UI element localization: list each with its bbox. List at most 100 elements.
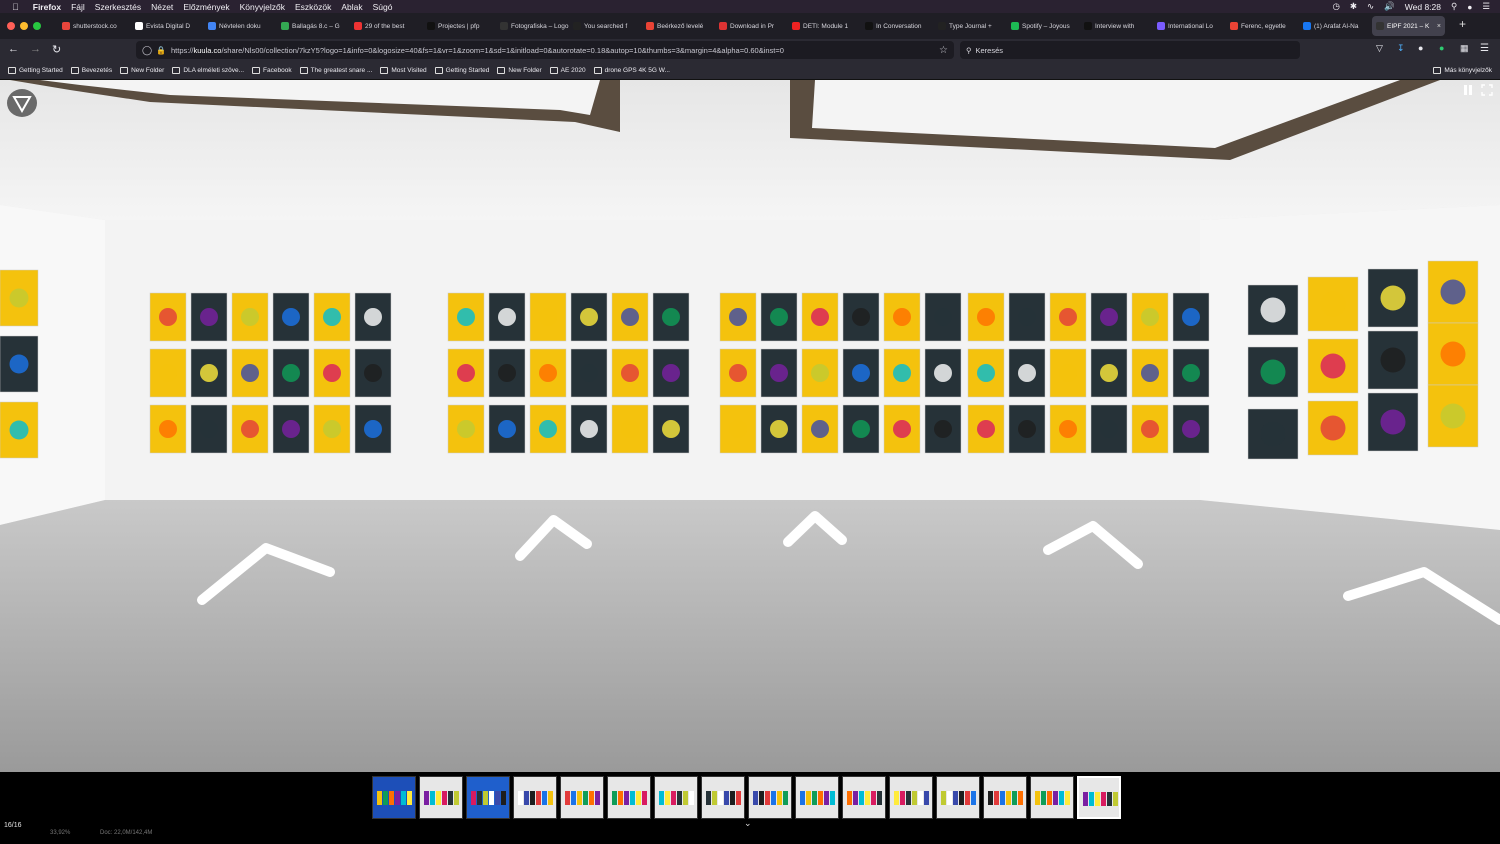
browser-tab[interactable]: (1) Arafat Al-Na <box>1299 16 1372 36</box>
bookmark-item[interactable]: Most Visited <box>380 66 427 74</box>
bookmark-label: Most Visited <box>391 66 427 74</box>
bookmark-item[interactable]: DLA elméleti szöve... <box>172 66 244 74</box>
browser-tab[interactable]: International Lo <box>1153 16 1226 36</box>
menu-bookmarks[interactable]: Könyvjelzők <box>240 2 285 12</box>
url-text[interactable]: https://kuula.co/share/Nls00/collection/… <box>171 46 931 55</box>
scene-thumbnail[interactable] <box>560 776 604 819</box>
menu-file[interactable]: Fájl <box>71 2 85 12</box>
scene-thumbnail[interactable] <box>419 776 463 819</box>
other-bookmarks[interactable]: Más könyvjelzők <box>1433 66 1492 74</box>
url-bar[interactable]: ◯ 🔒 https://kuula.co/share/Nls00/collect… <box>136 41 954 59</box>
browser-tab[interactable]: EIPF 2021 – K × <box>1372 16 1445 36</box>
spotlight-search-icon[interactable]: ⚲ <box>1451 1 1457 12</box>
scene-thumbnail[interactable] <box>701 776 745 819</box>
menu-history[interactable]: Előzmények <box>183 2 229 12</box>
reload-icon[interactable]: ↻ <box>52 43 61 56</box>
window-minimize-button[interactable] <box>20 22 28 30</box>
tab-favicon-icon <box>62 22 70 30</box>
scene-thumbnail[interactable] <box>1030 776 1074 819</box>
gallery-scene[interactable] <box>0 80 1500 772</box>
browser-tab[interactable]: In Conversation <box>861 16 934 36</box>
scene-thumbnail[interactable] <box>936 776 980 819</box>
menu-app-firefox[interactable]: Firefox <box>33 2 61 12</box>
browser-tab[interactable]: shutterstock.co <box>58 16 131 36</box>
window-zoom-button[interactable] <box>33 22 41 30</box>
browser-tab[interactable]: 29 of the best <box>350 16 423 36</box>
scene-thumbnail[interactable] <box>654 776 698 819</box>
poster-art <box>621 364 639 382</box>
scene-thumbnail[interactable] <box>983 776 1027 819</box>
new-tab-button[interactable]: + <box>1459 17 1466 31</box>
scene-thumbnail[interactable] <box>1077 776 1121 819</box>
pocket-icon[interactable]: ▽ <box>1376 43 1383 54</box>
scene-thumbnail[interactable] <box>513 776 557 819</box>
tracking-shield-icon[interactable]: ◯ <box>142 45 152 56</box>
extension-grammarly-icon[interactable]: ● <box>1439 43 1444 53</box>
bookmark-star-icon[interactable]: ☆ <box>939 45 948 56</box>
browser-tab[interactable]: Névtelen doku <box>204 16 277 36</box>
siri-icon[interactable]: ● <box>1467 2 1472 12</box>
poster-art <box>1440 279 1466 305</box>
gallery-360-view[interactable] <box>0 80 1500 772</box>
browser-tab[interactable]: Fotografiska – Logo <box>496 16 569 36</box>
downloads-icon[interactable]: ↧ <box>1397 43 1405 54</box>
browser-tab[interactable]: Type Journal + <box>934 16 1007 36</box>
bookmark-item[interactable]: The greatest snare ... <box>299 66 372 74</box>
scene-thumbnail[interactable] <box>842 776 886 819</box>
browser-tab[interactable]: Ballagás 8.c – G <box>277 16 350 36</box>
scene-thumbnail[interactable] <box>466 776 510 819</box>
browser-tab[interactable]: Interview with <box>1080 16 1153 36</box>
fullscreen-icon[interactable] <box>1481 84 1493 96</box>
control-center-icon[interactable]: ☰ <box>1482 1 1490 12</box>
floor <box>0 500 1500 772</box>
scene-thumbnail[interactable] <box>889 776 933 819</box>
browser-tab[interactable]: You searched f <box>569 16 642 36</box>
browser-tab[interactable]: DETI: Module 1 <box>788 16 861 36</box>
menubar-clock[interactable]: Wed 8:28 <box>1405 2 1441 12</box>
bluetooth-icon[interactable]: ✱ <box>1350 1 1357 12</box>
wifi-icon[interactable]: ∿ <box>1367 1 1374 12</box>
menu-edit[interactable]: Szerkesztés <box>95 2 141 12</box>
kuula-logo-button[interactable] <box>7 89 37 117</box>
volume-icon[interactable]: 🔊 <box>1384 1 1395 12</box>
menu-window[interactable]: Ablak <box>341 2 362 12</box>
time-machine-icon[interactable]: ◷ <box>1333 1 1340 12</box>
menu-view[interactable]: Nézet <box>151 2 173 12</box>
bookmark-item[interactable]: Getting Started <box>434 66 489 74</box>
scene-thumbnail[interactable] <box>607 776 651 819</box>
poster-art <box>364 308 382 326</box>
scene-thumbnail[interactable] <box>748 776 792 819</box>
scene-thumbnail[interactable] <box>372 776 416 819</box>
browser-tab[interactable]: Evista Digital D <box>131 16 204 36</box>
browser-tab[interactable]: Spotify – Joyous <box>1007 16 1080 36</box>
bookmark-item[interactable]: New Folder <box>497 66 542 74</box>
scene-thumbnail[interactable] <box>795 776 839 819</box>
browser-tab[interactable]: Projectes | pfp <box>423 16 496 36</box>
chevron-down-icon[interactable]: ⌄ <box>744 818 752 829</box>
search-bar[interactable]: ⚲ Keresés <box>960 41 1300 59</box>
back-arrow-icon[interactable]: ← <box>8 43 19 55</box>
bookmark-item[interactable]: drone GPS 4K 5G W... <box>593 66 670 74</box>
apple-menu-icon[interactable]:  <box>12 2 19 12</box>
bookmark-item[interactable]: Bevezetés <box>70 66 112 74</box>
window-close-button[interactable] <box>7 22 15 30</box>
lock-icon[interactable]: 🔒 <box>156 46 166 55</box>
browser-tab[interactable]: Download in Pr <box>715 16 788 36</box>
browser-tab[interactable]: Beérkező levelé <box>642 16 715 36</box>
browser-tab[interactable]: Ferenc, egyetle <box>1226 16 1299 36</box>
thumbnail-swatch <box>424 791 429 805</box>
bookmark-item[interactable]: Facebook <box>252 66 292 74</box>
hamburger-menu-icon[interactable]: ☰ <box>1480 43 1489 54</box>
menu-help[interactable]: Súgó <box>373 2 393 12</box>
menu-tools[interactable]: Eszközök <box>295 2 331 12</box>
tab-close-icon[interactable]: × <box>1437 23 1441 30</box>
extension-grid-icon[interactable]: ▦ <box>1460 43 1469 54</box>
extension-s-icon[interactable]: ● <box>1418 43 1423 53</box>
bookmark-item[interactable]: Getting Started <box>8 66 63 74</box>
thumbnail-swatch <box>988 791 993 805</box>
forward-arrow-icon[interactable]: → <box>30 43 41 55</box>
thumbnail-swatch <box>665 791 670 805</box>
bookmark-item[interactable]: AE 2020 <box>549 66 586 74</box>
bookmark-item[interactable]: New Folder <box>120 66 164 74</box>
pause-icon[interactable] <box>1462 84 1474 96</box>
